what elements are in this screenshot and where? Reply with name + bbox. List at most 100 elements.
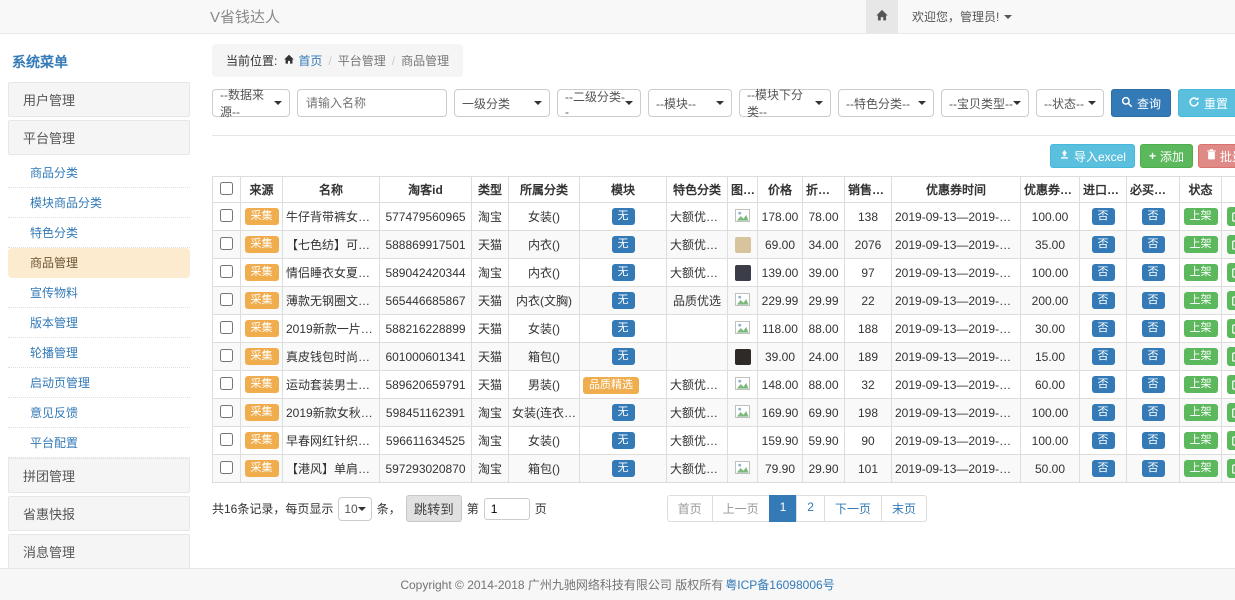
icp-link[interactable]: 粤ICP备16098006号 — [725, 576, 834, 593]
status-badge[interactable]: 上架 — [1184, 264, 1218, 281]
source-badge[interactable]: 采集 — [245, 264, 279, 281]
status-badge[interactable]: 上架 — [1184, 460, 1218, 477]
pager-button-3[interactable]: 2 — [796, 495, 825, 522]
filter-select-4[interactable]: --模块-- — [648, 89, 732, 117]
name-search-input[interactable] — [297, 89, 447, 117]
jump-page-input[interactable] — [484, 498, 530, 520]
must-buy-toggle[interactable]: 否 — [1142, 264, 1165, 281]
pager-button-1[interactable]: 上一页 — [712, 495, 770, 522]
must-buy-toggle[interactable]: 否 — [1142, 348, 1165, 365]
source-badge[interactable]: 采集 — [245, 320, 279, 337]
batch-delete-button[interactable]: 批量删除 — [1198, 144, 1235, 168]
row-checkbox[interactable] — [220, 321, 233, 334]
sidebar-item-2[interactable]: 商品分类 — [8, 158, 190, 188]
filter-select-5[interactable]: --模块下分类-- — [739, 89, 831, 117]
status-badge[interactable]: 上架 — [1184, 376, 1218, 393]
import-excel-button[interactable]: 导入excel — [1050, 144, 1135, 168]
sidebar-item-10[interactable]: 意见反馈 — [8, 398, 190, 428]
sidebar-item-3[interactable]: 模块商品分类 — [8, 188, 190, 218]
status-badge[interactable]: 上架 — [1184, 432, 1218, 449]
source-badge[interactable]: 采集 — [245, 208, 279, 225]
module-badge[interactable]: 品质精选 — [583, 377, 639, 394]
import-select-toggle[interactable]: 否 — [1092, 432, 1115, 449]
import-select-toggle[interactable]: 否 — [1092, 264, 1115, 281]
edit-button[interactable] — [1227, 207, 1235, 226]
sidebar-item-12[interactable]: 拼团管理 — [8, 458, 190, 493]
row-checkbox[interactable] — [220, 349, 233, 362]
module-badge[interactable]: 无 — [612, 236, 635, 253]
source-badge[interactable]: 采集 — [245, 292, 279, 309]
row-checkbox[interactable] — [220, 237, 233, 250]
sidebar-item-0[interactable]: 用户管理 — [8, 82, 190, 117]
source-badge[interactable]: 采集 — [245, 404, 279, 421]
import-select-toggle[interactable]: 否 — [1092, 320, 1115, 337]
sidebar-item-14[interactable]: 消息管理 — [8, 534, 190, 568]
import-select-toggle[interactable]: 否 — [1092, 292, 1115, 309]
must-buy-toggle[interactable]: 否 — [1142, 208, 1165, 225]
filter-select-3[interactable]: --二级分类-- — [557, 89, 641, 117]
source-badge[interactable]: 采集 — [245, 348, 279, 365]
module-badge[interactable]: 无 — [612, 292, 635, 309]
module-badge[interactable]: 无 — [612, 208, 635, 225]
row-checkbox[interactable] — [220, 293, 233, 306]
edit-button[interactable] — [1227, 235, 1235, 254]
source-badge[interactable]: 采集 — [245, 432, 279, 449]
module-badge[interactable]: 无 — [612, 348, 635, 365]
import-select-toggle[interactable]: 否 — [1092, 236, 1115, 253]
import-select-toggle[interactable]: 否 — [1092, 208, 1115, 225]
module-badge[interactable]: 无 — [612, 320, 635, 337]
select-all-checkbox[interactable] — [220, 182, 233, 195]
import-select-toggle[interactable]: 否 — [1092, 376, 1115, 393]
filter-select-2[interactable]: 一级分类 — [454, 89, 550, 117]
pager-button-0[interactable]: 首页 — [667, 495, 713, 522]
sidebar-item-9[interactable]: 启动页管理 — [8, 368, 190, 398]
module-badge[interactable]: 无 — [612, 264, 635, 281]
filter-select-0[interactable]: --数据来源-- — [212, 89, 290, 117]
module-badge[interactable]: 无 — [612, 460, 635, 477]
reset-button[interactable]: 重置 — [1178, 89, 1235, 117]
row-checkbox[interactable] — [220, 405, 233, 418]
source-badge[interactable]: 采集 — [245, 236, 279, 253]
row-checkbox[interactable] — [220, 433, 233, 446]
import-select-toggle[interactable]: 否 — [1092, 404, 1115, 421]
sidebar-item-4[interactable]: 特色分类 — [8, 218, 190, 248]
module-badge[interactable]: 无 — [612, 404, 635, 421]
row-checkbox[interactable] — [220, 265, 233, 278]
row-checkbox[interactable] — [220, 209, 233, 222]
edit-button[interactable] — [1227, 263, 1235, 282]
sidebar-item-13[interactable]: 省惠快报 — [8, 496, 190, 531]
edit-button[interactable] — [1227, 319, 1235, 338]
edit-button[interactable] — [1227, 431, 1235, 450]
sidebar-item-11[interactable]: 平台配置 — [8, 428, 190, 458]
jump-button[interactable]: 跳转到 — [406, 495, 462, 522]
must-buy-toggle[interactable]: 否 — [1142, 460, 1165, 477]
per-page-select[interactable]: 10 — [338, 497, 371, 521]
status-badge[interactable]: 上架 — [1184, 208, 1218, 225]
filter-select-7[interactable]: --宝贝类型-- — [941, 89, 1029, 117]
must-buy-toggle[interactable]: 否 — [1142, 320, 1165, 337]
status-badge[interactable]: 上架 — [1184, 404, 1218, 421]
import-select-toggle[interactable]: 否 — [1092, 460, 1115, 477]
sidebar-item-5[interactable]: 商品管理 — [8, 248, 190, 278]
must-buy-toggle[interactable]: 否 — [1142, 292, 1165, 309]
sidebar-item-6[interactable]: 宣传物料 — [8, 278, 190, 308]
filter-select-6[interactable]: --特色分类-- — [838, 89, 934, 117]
search-button[interactable]: 查询 — [1111, 89, 1171, 117]
user-menu[interactable]: 欢迎您，管理员! — [912, 8, 1012, 25]
pager-button-4[interactable]: 下一页 — [824, 495, 882, 522]
sidebar-item-8[interactable]: 轮播管理 — [8, 338, 190, 368]
status-badge[interactable]: 上架 — [1184, 348, 1218, 365]
edit-button[interactable] — [1227, 347, 1235, 366]
status-badge[interactable]: 上架 — [1184, 292, 1218, 309]
import-select-toggle[interactable]: 否 — [1092, 348, 1115, 365]
row-checkbox[interactable] — [220, 377, 233, 390]
must-buy-toggle[interactable]: 否 — [1142, 376, 1165, 393]
filter-select-8[interactable]: --状态-- — [1036, 89, 1104, 117]
status-badge[interactable]: 上架 — [1184, 236, 1218, 253]
pager-button-5[interactable]: 末页 — [881, 495, 927, 522]
status-badge[interactable]: 上架 — [1184, 320, 1218, 337]
row-checkbox[interactable] — [220, 461, 233, 474]
must-buy-toggle[interactable]: 否 — [1142, 404, 1165, 421]
pager-button-2[interactable]: 1 — [769, 495, 798, 522]
edit-button[interactable] — [1227, 403, 1235, 422]
